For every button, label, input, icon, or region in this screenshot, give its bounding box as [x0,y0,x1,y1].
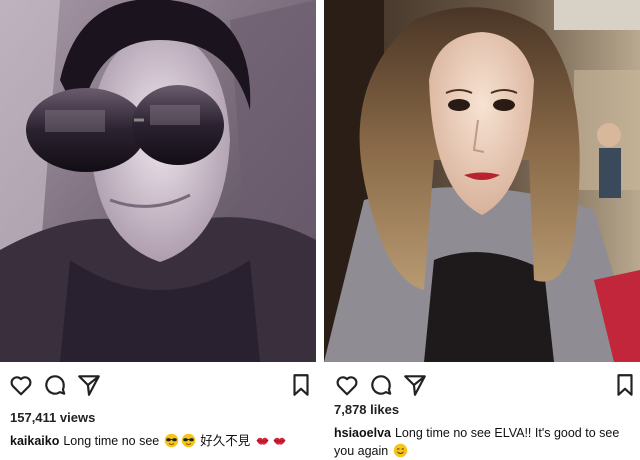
views-count[interactable]: 157,411 views [10,410,95,425]
comment-icon[interactable] [42,372,68,398]
instagram-post-right: 7,878 likes hsiaoelva Long time no see EL… [324,0,640,458]
heart-icon[interactable] [334,372,360,398]
kiss-lips-emoji [256,437,269,445]
sunglasses-emoji [164,433,178,448]
share-icon[interactable] [402,372,428,398]
comment-icon[interactable] [368,372,394,398]
caption-cjk-text: 好久不見 [200,433,251,448]
post-caption: kaikaiko Long time no see 好久不見 [10,432,310,450]
selfie-woman-long-hair-image [324,0,640,362]
kiss-lips-emoji [273,437,286,445]
sunglasses-emoji [181,433,195,448]
caption-text: Long time no see [63,434,160,448]
selfie-grayscale-sunglasses-image [0,0,316,362]
post-photo[interactable] [0,0,316,362]
post-caption: hsiaoelva Long time no see ELVA!! It's go… [334,424,634,460]
post-actions [0,372,316,402]
instagram-post-left: 157,411 views kaikaiko Long time no see 好… [0,0,316,456]
post-actions [324,372,640,402]
bookmark-icon[interactable] [612,372,638,398]
post-photo[interactable] [324,0,640,362]
bookmark-icon[interactable] [288,372,314,398]
heart-icon[interactable] [8,372,34,398]
likes-count[interactable]: 7,878 likes [334,402,399,417]
share-icon[interactable] [76,372,102,398]
username-link[interactable]: hsiaoelva [334,426,391,440]
username-link[interactable]: kaikaiko [10,434,59,448]
